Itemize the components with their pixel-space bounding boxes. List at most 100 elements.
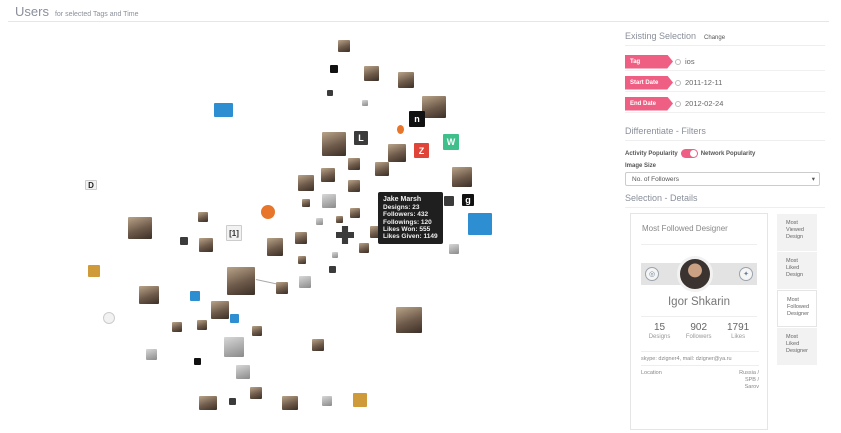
user-node[interactable] — [375, 162, 389, 176]
user-node[interactable] — [348, 158, 360, 170]
user-node[interactable] — [422, 96, 446, 118]
tab-most-followed-designer[interactable]: Most Followed Designer — [777, 290, 817, 327]
user-node[interactable] — [88, 265, 100, 277]
user-node[interactable] — [229, 398, 236, 405]
user-node[interactable] — [398, 72, 414, 88]
user-node[interactable]: [1] — [226, 225, 242, 241]
user-node[interactable] — [327, 90, 333, 96]
letter-n-icon: n — [414, 114, 420, 124]
user-node[interactable] — [211, 301, 229, 319]
user-node[interactable] — [230, 314, 239, 323]
user-node[interactable] — [359, 243, 369, 253]
user-node[interactable] — [336, 216, 343, 223]
designer-card: Most Followed Designer ◎ ✦ Igor Shkarin … — [630, 213, 768, 430]
user-node[interactable] — [250, 387, 262, 399]
dribbble-icon[interactable]: ◎ — [645, 267, 659, 281]
tooltip-name: Jake Marsh — [383, 196, 422, 203]
user-node[interactable] — [329, 266, 336, 273]
stat-followers: 902 Followers — [686, 322, 712, 340]
boxed-icon: [1] — [229, 228, 239, 238]
user-node[interactable] — [128, 217, 152, 239]
user-node[interactable] — [299, 276, 311, 288]
letter-l-icon: L — [358, 133, 364, 143]
user-node[interactable] — [103, 312, 115, 324]
user-node[interactable] — [362, 100, 368, 106]
user-node[interactable] — [322, 194, 336, 208]
user-node[interactable] — [194, 358, 201, 365]
user-node[interactable] — [468, 213, 492, 235]
user-node[interactable] — [261, 205, 275, 219]
user-node[interactable] — [298, 256, 306, 264]
stat-number: 1791 — [727, 322, 750, 333]
user-node[interactable] — [199, 238, 213, 252]
user-node[interactable] — [276, 282, 288, 294]
user-node[interactable]: g — [462, 194, 474, 206]
user-node[interactable] — [298, 175, 314, 191]
user-node[interactable] — [227, 267, 255, 295]
image-size-select[interactable]: No. of Followers ▾ — [625, 172, 820, 186]
letter-w-icon: W — [446, 137, 456, 147]
user-node[interactable] — [353, 393, 367, 407]
user-node[interactable] — [197, 320, 207, 330]
user-node[interactable] — [214, 103, 233, 117]
user-node[interactable] — [236, 365, 250, 379]
toggle-left-label: Activity Popularity — [625, 150, 678, 157]
twitter-icon[interactable]: ✦ — [739, 267, 753, 281]
user-node[interactable] — [190, 291, 200, 301]
user-node[interactable]: Z — [414, 143, 429, 158]
user-node[interactable] — [348, 180, 360, 192]
location-label: Location — [641, 370, 662, 376]
user-node[interactable] — [282, 396, 298, 410]
page-title: Users — [15, 4, 49, 19]
letter-g-icon: g — [465, 195, 471, 205]
user-node[interactable]: W — [443, 134, 459, 150]
user-node[interactable] — [336, 226, 354, 244]
user-node[interactable] — [252, 326, 262, 336]
user-node[interactable] — [198, 212, 208, 222]
user-node[interactable] — [312, 339, 324, 351]
user-node[interactable] — [302, 199, 310, 207]
user-node[interactable] — [350, 208, 360, 218]
user-node[interactable] — [397, 125, 404, 134]
location-line: SPB / — [744, 377, 759, 383]
user-node[interactable] — [146, 349, 157, 360]
user-node[interactable] — [322, 132, 346, 156]
designer-name: Igor Shkarin — [667, 296, 730, 308]
tab-line: Followed — [787, 304, 810, 310]
user-node[interactable] — [267, 238, 283, 256]
user-node[interactable] — [322, 396, 332, 406]
user-node[interactable] — [444, 196, 454, 206]
tab-most-liked-designer[interactable]: Most Liked Designer — [777, 328, 817, 365]
user-node[interactable] — [172, 322, 182, 332]
user-network-graph[interactable]: n L W Z D g [1] Jake Marsh Designs: 23 F… — [0, 24, 615, 433]
change-link[interactable]: Change — [704, 35, 725, 41]
user-node[interactable] — [224, 337, 244, 357]
user-node[interactable] — [321, 168, 335, 182]
user-node[interactable] — [452, 167, 472, 187]
user-node[interactable] — [332, 252, 338, 258]
user-node[interactable] — [139, 286, 159, 304]
user-node[interactable]: n — [409, 111, 425, 127]
user-node[interactable] — [338, 40, 350, 52]
user-node[interactable]: L — [354, 131, 368, 145]
detail-tabs: Most Viewed Design Most Liked Design Mos… — [777, 214, 817, 366]
user-node[interactable] — [449, 244, 459, 254]
toggle-right-label: Network Popularity — [700, 150, 756, 157]
tooltip-line: Followers: 432 — [383, 211, 429, 219]
user-node[interactable] — [295, 232, 307, 244]
user-node[interactable] — [388, 144, 406, 162]
user-node[interactable] — [199, 396, 217, 410]
user-node[interactable] — [330, 65, 338, 73]
card-title: Most Followed Designer — [642, 224, 728, 233]
tab-most-viewed-design[interactable]: Most Viewed Design — [777, 214, 817, 251]
tab-most-liked-design[interactable]: Most Liked Design — [777, 252, 817, 289]
user-node[interactable]: D — [85, 180, 97, 190]
popularity-toggle[interactable] — [680, 149, 698, 158]
user-node[interactable] — [316, 218, 323, 225]
page-subtitle: for selected Tags and Time — [54, 11, 139, 18]
user-node[interactable] — [396, 307, 422, 333]
user-node[interactable] — [364, 66, 379, 81]
user-node[interactable] — [180, 237, 188, 245]
start-date-label: Start Date — [625, 75, 673, 90]
tab-line: Viewed — [786, 227, 804, 233]
